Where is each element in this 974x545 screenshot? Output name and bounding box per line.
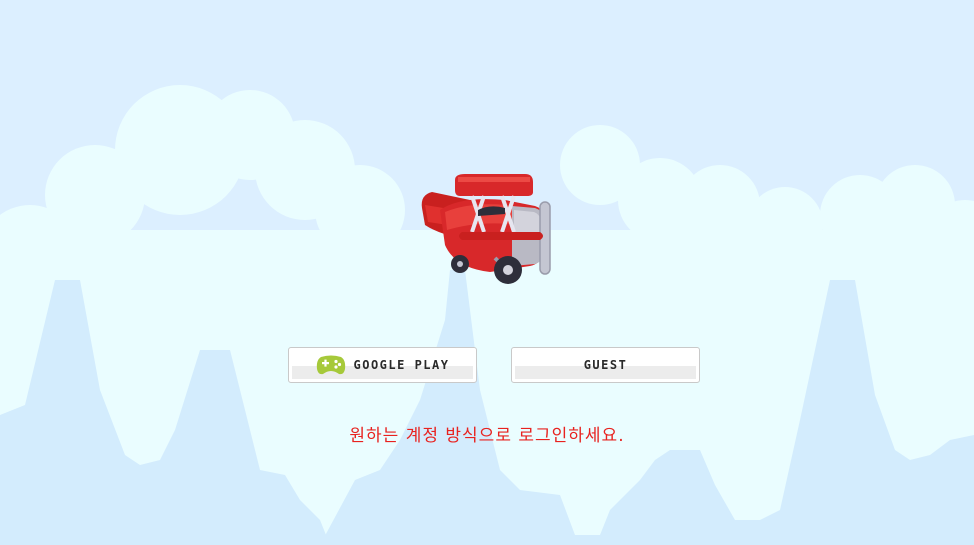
gamepad-icon: [316, 355, 345, 375]
login-prompt-message: 원하는 계정 방식으로 로그인하세요.: [349, 426, 625, 446]
guest-login-button[interactable]: GUEST: [511, 347, 700, 383]
google-play-label: GOOGLE PLAY: [353, 358, 450, 372]
sky-background: [0, 0, 974, 545]
google-play-login-button[interactable]: GOOGLE PLAY: [288, 347, 477, 383]
guest-label: GUEST: [583, 358, 628, 372]
